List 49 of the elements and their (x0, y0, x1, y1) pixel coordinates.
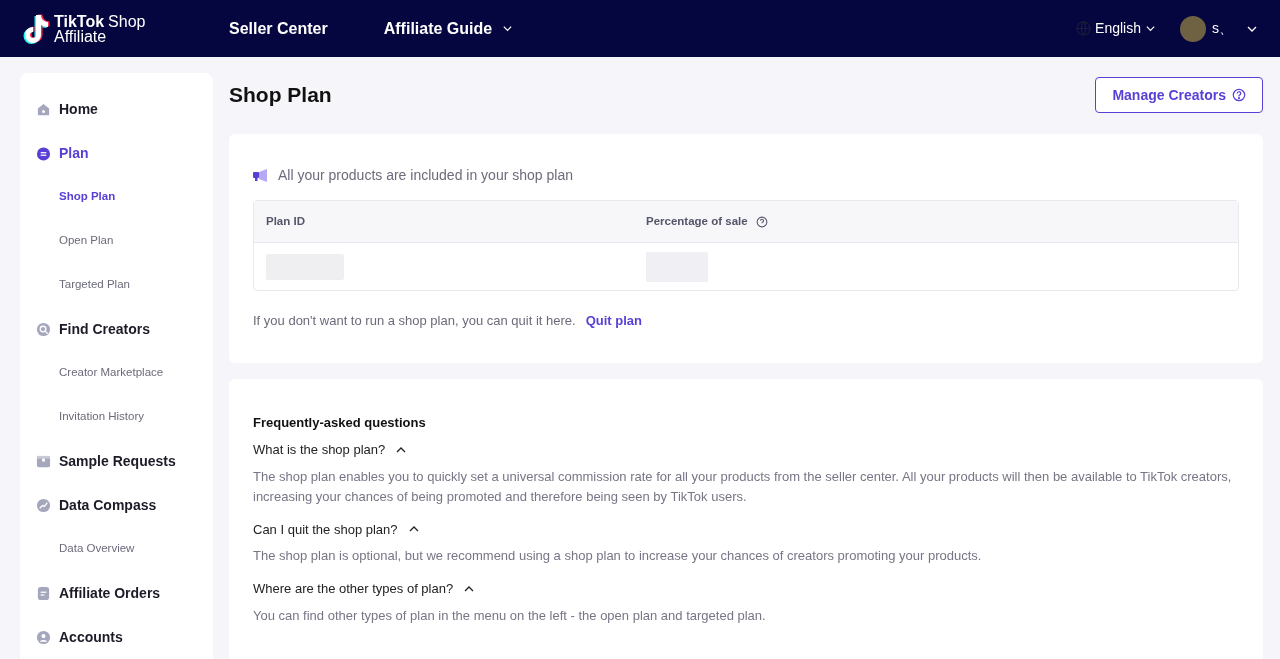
faq-question[interactable]: What is the shop plan? (253, 440, 408, 460)
search-icon (36, 321, 51, 337)
faq-answer: The shop plan is optional, but we recommend using a shop plan to increase your chances of creators promoting your products. (253, 547, 983, 565)
column-header: Plan ID (266, 213, 305, 229)
sidebar-item[interactable]: Sample Requests (36, 450, 213, 472)
notice-text: All your products are included in your shop plan (278, 166, 573, 185)
box-icon (36, 453, 51, 469)
sidebar-item[interactable]: Find Creators (36, 318, 213, 340)
language-selector[interactable]: English (1076, 18, 1156, 39)
help-icon (1232, 88, 1246, 102)
manage-creators-button[interactable]: Manage Creators (1095, 77, 1263, 113)
nav-link[interactable]: Affiliate Guide (383, 16, 514, 41)
logo-product: Shop (108, 13, 146, 29)
megaphone-icon (253, 169, 268, 182)
sidebar-subitem[interactable]: Data Overview (36, 538, 213, 560)
help-icon (755, 215, 768, 228)
sidebar-subitem[interactable]: Creator Marketplace (36, 362, 213, 384)
quit-info-text: If you don't want to run a shop plan, you can quit it here. (253, 312, 576, 330)
sidebar-item[interactable]: Plan (36, 142, 213, 164)
document-icon (36, 585, 51, 601)
sidebar-item[interactable]: Home (36, 98, 213, 120)
globe-icon (1076, 21, 1092, 36)
user-menu[interactable]: s、 (1180, 15, 1258, 42)
faq-question[interactable]: Where are the other types of plan? (253, 579, 476, 599)
faq-answer: The shop plan enables you to quickly set a universal commission rate for all your products from the seller center. All your products will then be available to TikTok creators, increasing your chances of being promoted and therefore being seen by TikTok users. (253, 467, 1233, 506)
logo-subtitle: Affiliate (54, 28, 108, 44)
logo-brand: TikTok (54, 13, 105, 29)
faq-answer: You can find other types of plan in the menu on the left - the open plan and targeted plan. (253, 606, 767, 625)
faq-question[interactable]: Can I quit the shop plan? (253, 519, 420, 539)
nav-link[interactable]: Seller Center (229, 16, 328, 41)
sidebar-item[interactable]: Accounts (36, 626, 213, 648)
page-title: Shop Plan (229, 82, 332, 109)
avatar (1180, 15, 1206, 42)
sidebar-subitem[interactable]: Targeted Plan (36, 274, 213, 296)
sidebar-subitem[interactable]: Invitation History (36, 406, 213, 428)
caret-down-icon (502, 23, 514, 34)
column-header: Percentage of sale (646, 213, 748, 229)
caret-down-icon (1145, 23, 1156, 34)
sidebar-subitem[interactable]: Open Plan (36, 230, 213, 252)
sidebar-item[interactable]: Data Compass (36, 494, 213, 516)
logo-icon (22, 12, 50, 45)
quit-plan-link[interactable]: Quit plan (585, 311, 642, 331)
home-icon (36, 101, 51, 117)
chart-icon (36, 497, 51, 513)
calendar-icon (36, 145, 51, 161)
sidebar-subitem[interactable]: Shop Plan (36, 186, 213, 208)
sidebar-item[interactable]: Affiliate Orders (36, 582, 213, 604)
user-icon (36, 629, 51, 645)
faq-title: Frequently-asked questions (253, 413, 427, 432)
